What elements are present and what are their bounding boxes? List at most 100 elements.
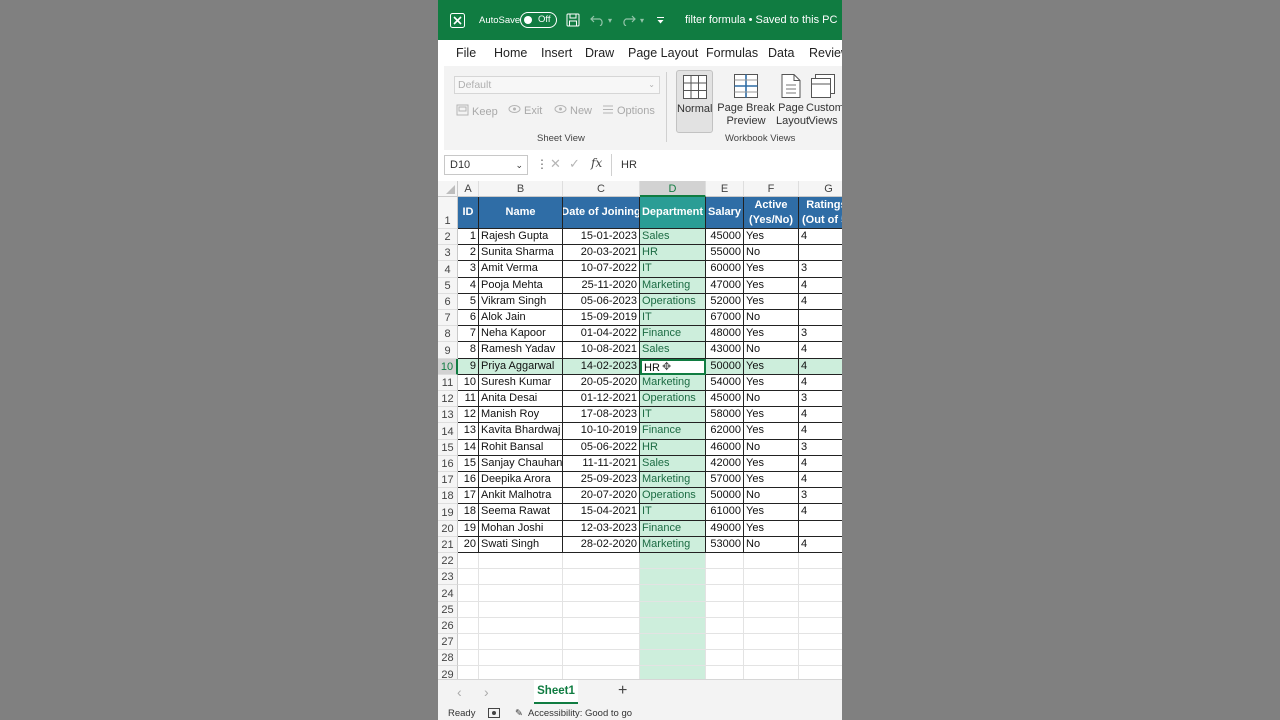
row-header-7[interactable]: 7	[438, 310, 458, 327]
cell-e28[interactable]	[706, 650, 744, 667]
cell-c25[interactable]	[563, 601, 640, 618]
cell-e14[interactable]: 62000	[706, 423, 744, 440]
cell-f12[interactable]: No	[744, 391, 799, 408]
cell-c12[interactable]: 01-12-2021	[563, 391, 640, 408]
cell-b23[interactable]	[479, 569, 563, 586]
cell-f6[interactable]: Yes	[744, 293, 799, 310]
cell-d14[interactable]: Finance	[640, 423, 706, 440]
row-header-15[interactable]: 15	[438, 439, 458, 456]
cell-g15[interactable]: 3	[799, 440, 842, 456]
cell-e4[interactable]: 60000	[706, 261, 744, 278]
row-header-5[interactable]: 5	[438, 277, 458, 294]
row-header-11[interactable]: 11	[438, 374, 458, 391]
cancel-icon[interactable]: ✕	[550, 156, 561, 172]
accessibility-status[interactable]: Accessibility: Good to go	[528, 708, 632, 719]
cell-c8[interactable]: 01-04-2022	[563, 326, 640, 343]
cell-e26[interactable]	[706, 617, 744, 634]
table-header-dept[interactable]: Department	[640, 197, 706, 229]
row-header-20[interactable]: 20	[438, 520, 458, 537]
cell-d8[interactable]: Finance	[640, 326, 706, 343]
cell-d22[interactable]	[640, 553, 706, 570]
cell-b7[interactable]: Alok Jain	[479, 310, 563, 327]
column-header-b[interactable]: B	[479, 181, 563, 197]
row-header-26[interactable]: 26	[438, 617, 458, 634]
cell-c3[interactable]: 20-03-2021	[563, 245, 640, 262]
cell-g27[interactable]	[799, 634, 842, 651]
cell-d7[interactable]: IT	[640, 310, 706, 327]
cell-f13[interactable]: Yes	[744, 407, 799, 424]
row-header-8[interactable]: 8	[438, 326, 458, 343]
cell-b10[interactable]: Priya Aggarwal	[479, 358, 563, 375]
cell-g16[interactable]: 4	[799, 456, 842, 472]
cell-b11[interactable]: Suresh Kumar	[479, 374, 563, 391]
cell-b4[interactable]: Amit Verma	[479, 261, 563, 278]
cell-c24[interactable]	[563, 585, 640, 602]
cell-a19[interactable]: 18	[458, 504, 479, 521]
cell-b12[interactable]: Anita Desai	[479, 391, 563, 408]
cell-c15[interactable]: 05-06-2022	[563, 439, 640, 456]
cell-c2[interactable]: 15-01-2023	[563, 229, 640, 246]
cell-a8[interactable]: 7	[458, 326, 479, 343]
cell-f5[interactable]: Yes	[744, 277, 799, 294]
row-header-22[interactable]: 22	[438, 553, 458, 570]
table-header-rating[interactable]: Ratings (Out of 5)	[799, 197, 842, 229]
row-header-28[interactable]: 28	[438, 650, 458, 667]
select-all-corner[interactable]	[438, 181, 458, 197]
cell-b5[interactable]: Pooja Mehta	[479, 277, 563, 294]
cell-e5[interactable]: 47000	[706, 277, 744, 294]
cell-b28[interactable]	[479, 650, 563, 667]
cell-c13[interactable]: 17-08-2023	[563, 407, 640, 424]
add-sheet-button[interactable]: +	[618, 682, 627, 700]
cell-b18[interactable]: Ankit Malhotra	[479, 488, 563, 505]
table-header-name[interactable]: Name	[479, 197, 563, 229]
cell-c29[interactable]	[563, 666, 640, 679]
cell-a14[interactable]: 13	[458, 423, 479, 440]
formula-input[interactable]: HR	[611, 154, 842, 176]
tab-file[interactable]: File	[456, 46, 476, 60]
cell-d9[interactable]: Sales	[640, 342, 706, 359]
sheet-tab-sheet1[interactable]: Sheet1	[534, 680, 578, 704]
cell-c7[interactable]: 15-09-2019	[563, 310, 640, 327]
cell-d27[interactable]	[640, 634, 706, 651]
cell-b8[interactable]: Neha Kapoor	[479, 326, 563, 343]
cell-f27[interactable]	[744, 634, 799, 651]
cell-e3[interactable]: 55000	[706, 245, 744, 262]
row-header-24[interactable]: 24	[438, 585, 458, 602]
cell-d24[interactable]	[640, 585, 706, 602]
tab-insert[interactable]: Insert	[541, 46, 572, 60]
cell-g28[interactable]	[799, 650, 842, 667]
cell-b14[interactable]: Kavita Bhardwaj	[479, 423, 563, 440]
cell-a4[interactable]: 3	[458, 261, 479, 278]
cell-e17[interactable]: 57000	[706, 472, 744, 489]
tab-home[interactable]: Home	[494, 46, 527, 60]
cell-c19[interactable]: 15-04-2021	[563, 504, 640, 521]
cell-g20[interactable]	[799, 521, 842, 537]
cell-d23[interactable]	[640, 569, 706, 586]
cell-d11[interactable]: Marketing	[640, 374, 706, 391]
cell-e20[interactable]: 49000	[706, 520, 744, 537]
cell-g13[interactable]: 4	[799, 407, 842, 424]
cell-e29[interactable]	[706, 666, 744, 679]
cell-b20[interactable]: Mohan Joshi	[479, 520, 563, 537]
cell-d5[interactable]: Marketing	[640, 277, 706, 294]
cell-e15[interactable]: 46000	[706, 439, 744, 456]
cell-d26[interactable]	[640, 617, 706, 634]
cell-c20[interactable]: 12-03-2023	[563, 520, 640, 537]
row-header-25[interactable]: 25	[438, 601, 458, 618]
row-header-10[interactable]: 10	[438, 358, 458, 375]
cell-a18[interactable]: 17	[458, 488, 479, 505]
cell-e8[interactable]: 48000	[706, 326, 744, 343]
cell-a23[interactable]	[458, 569, 479, 586]
cell-d16[interactable]: Sales	[640, 455, 706, 472]
table-header-salary[interactable]: Salary	[706, 197, 744, 229]
row-header-9[interactable]: 9	[438, 342, 458, 359]
cell-f14[interactable]: Yes	[744, 423, 799, 440]
name-box[interactable]: D10 ⌄	[444, 155, 528, 175]
cell-d28[interactable]	[640, 650, 706, 667]
undo-icon[interactable]	[590, 0, 605, 40]
customize-qat-icon[interactable]	[656, 0, 665, 40]
cell-c27[interactable]	[563, 634, 640, 651]
cell-g17[interactable]: 4	[799, 472, 842, 489]
cell-a27[interactable]	[458, 634, 479, 651]
cell-d29[interactable]	[640, 666, 706, 679]
